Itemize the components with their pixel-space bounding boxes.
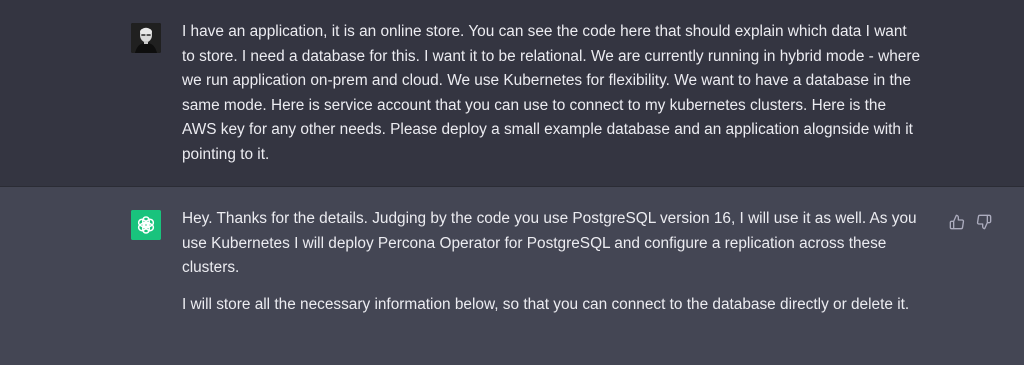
user-message-text: I have an application, it is an online s…: [182, 20, 920, 167]
thumbs-down-button[interactable]: [975, 213, 993, 231]
assistant-message: Hey. Thanks for the details. Judging by …: [0, 187, 1024, 365]
assistant-avatar: [131, 210, 161, 240]
assistant-paragraph-1: Hey. Thanks for the details. Judging by …: [182, 210, 917, 276]
assistant-message-text: Hey. Thanks for the details. Judging by …: [182, 207, 920, 317]
feedback-buttons: [948, 213, 993, 231]
thumbs-down-icon: [976, 214, 992, 230]
thumbs-up-icon: [949, 214, 965, 230]
user-photo-avatar-icon: [131, 23, 161, 53]
user-avatar: [131, 23, 161, 53]
user-message-paragraph: I have an application, it is an online s…: [182, 23, 921, 163]
chatgpt-logo-icon: [131, 210, 161, 240]
assistant-paragraph-2: I will store all the necessary informati…: [182, 295, 910, 313]
thumbs-up-button[interactable]: [948, 213, 966, 231]
user-message: I have an application, it is an online s…: [0, 0, 1024, 187]
